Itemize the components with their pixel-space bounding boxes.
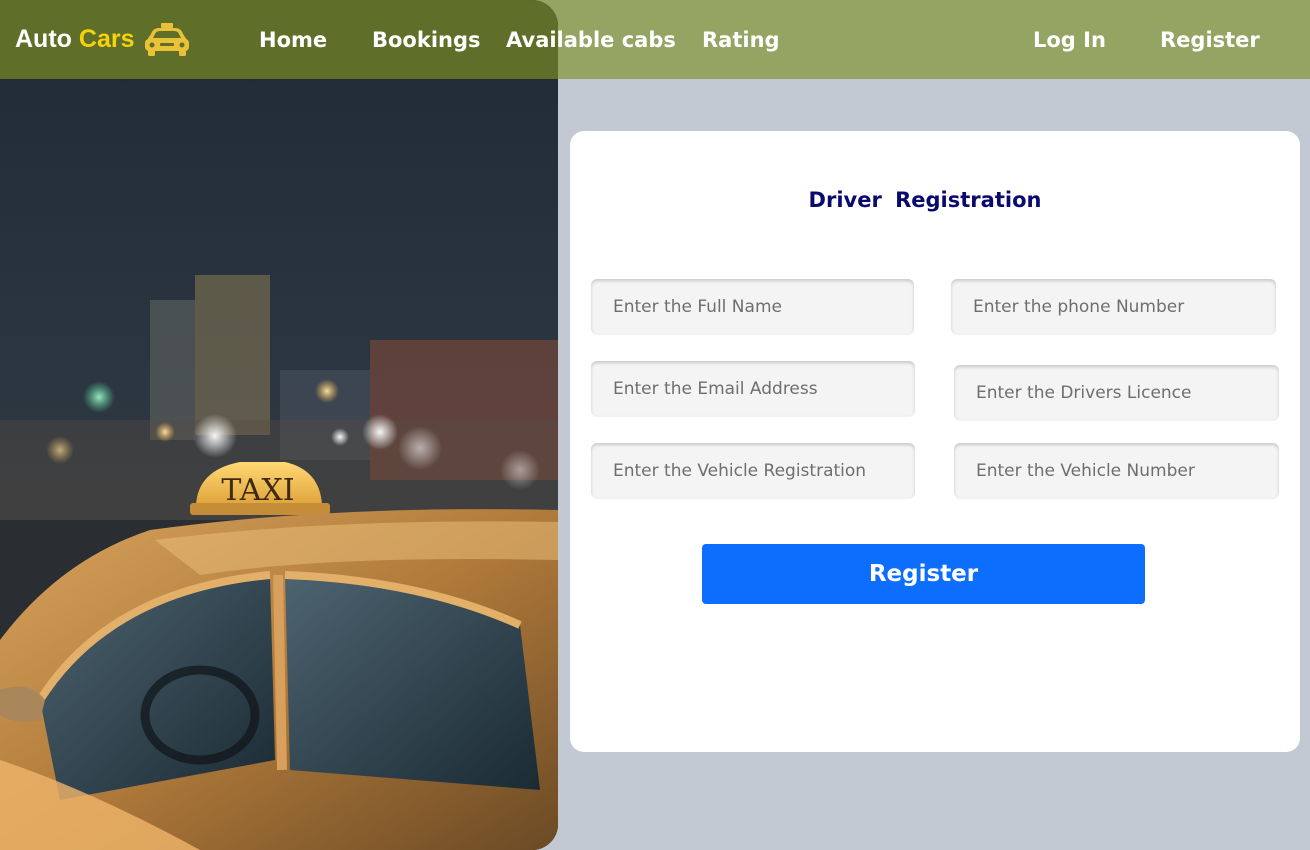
full-name-input[interactable] (591, 279, 914, 334)
nav-available-cabs-link[interactable]: Available cabs (506, 0, 676, 79)
driver-registration-card (570, 131, 1300, 752)
brand-name-accent: Cars (78, 25, 135, 53)
hero-photo-panel: TAXI Auto Cars Home Bookings (0, 0, 558, 850)
phone-number-input[interactable] (951, 279, 1276, 334)
form-title: Driver Registration (808, 188, 1042, 212)
nav-bookings-link[interactable]: Bookings (372, 0, 481, 79)
email-address-input[interactable] (591, 361, 915, 416)
taxi-sign-text: TAXI (221, 473, 294, 508)
brand-logo[interactable]: Auto Cars (15, 0, 191, 79)
brand-name-main: Auto (15, 25, 72, 53)
nav-register-link[interactable]: Register (1160, 0, 1260, 79)
nav-home-link[interactable]: Home (259, 0, 327, 79)
taxi-car-icon (144, 22, 189, 56)
vehicle-registration-input[interactable] (591, 443, 915, 498)
nav-login-link[interactable]: Log In (1033, 0, 1106, 79)
nav-rating-link[interactable]: Rating (702, 0, 780, 79)
night-street-taxi-photo: TAXI (0, 0, 558, 850)
register-submit-button[interactable]: Register (702, 544, 1145, 604)
vehicle-number-input[interactable] (954, 443, 1279, 498)
drivers-licence-input[interactable] (954, 365, 1279, 420)
